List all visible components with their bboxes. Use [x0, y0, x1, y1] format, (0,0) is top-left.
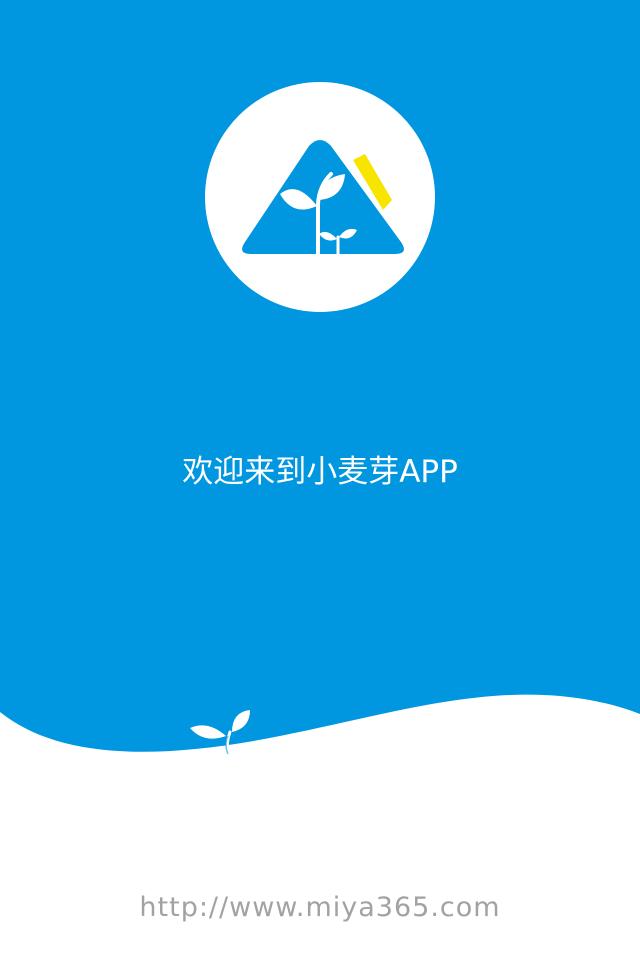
website-url: http://www.miya365.com: [139, 892, 501, 923]
sprout-icon: [190, 710, 250, 756]
splash-screen: 欢迎来到小麦芽APP http://www.miya365.com: [0, 0, 640, 960]
white-wave-footer: [0, 694, 640, 960]
